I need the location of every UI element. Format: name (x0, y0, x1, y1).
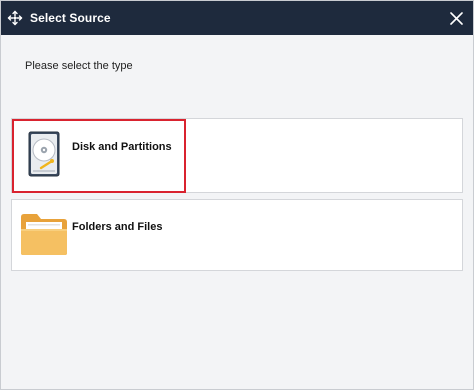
select-source-icon (7, 10, 23, 26)
folder-icon (20, 211, 68, 262)
select-source-dialog: Select Source Please select the type Dis… (0, 0, 474, 390)
close-button[interactable] (439, 1, 473, 35)
option-disk-and-partitions[interactable]: Disk and Partitions (11, 118, 463, 193)
dialog-title: Select Source (30, 11, 111, 25)
option-label: Disk and Partitions (72, 141, 172, 153)
instruction-text: Please select the type (25, 60, 133, 72)
option-label: Folders and Files (72, 221, 163, 233)
disk-icon (28, 131, 60, 182)
titlebar: Select Source (1, 1, 473, 35)
close-icon (450, 12, 463, 25)
option-folders-and-files[interactable]: Folders and Files (11, 199, 463, 271)
